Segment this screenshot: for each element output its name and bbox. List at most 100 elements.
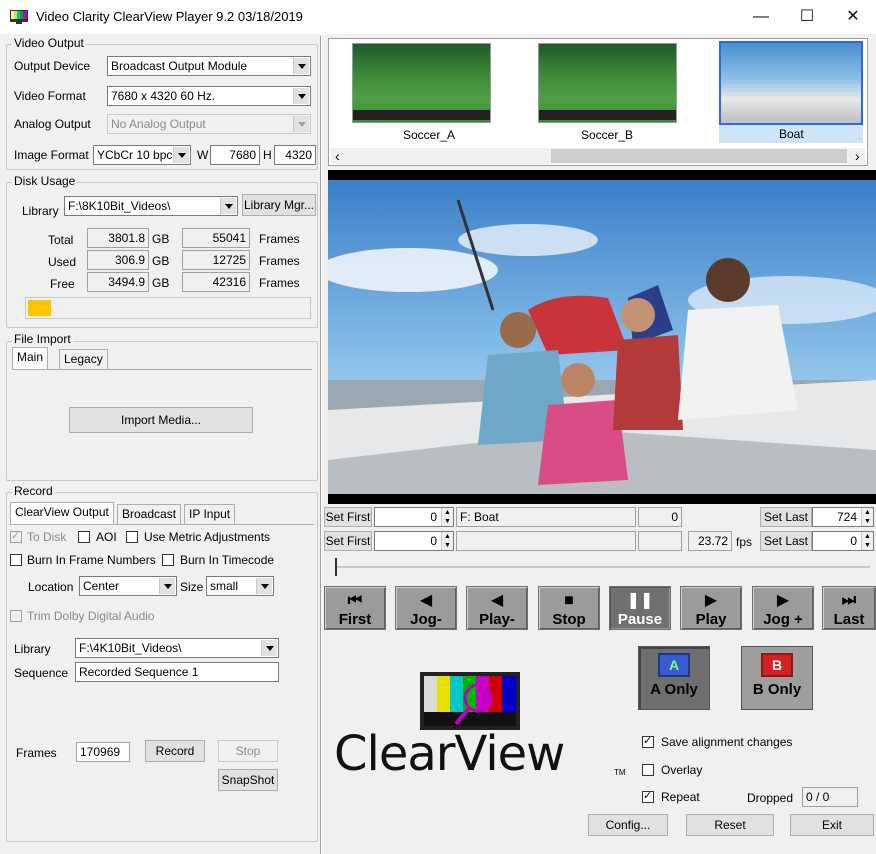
disk-free-label: Free [50, 277, 75, 291]
last-a-stepper[interactable]: 724 ▲ ▼ [812, 507, 874, 527]
library-select[interactable]: F:\8K10Bit_Videos\ [64, 196, 238, 216]
stop-button[interactable]: ■ Stop [538, 586, 600, 630]
position-slider-thumb[interactable] [335, 558, 343, 576]
thumbnail-boat[interactable] [719, 41, 863, 125]
tab-main[interactable]: Main [12, 347, 49, 369]
title-bar: Video Clarity ClearView Player 9.2 03/18… [0, 0, 876, 34]
disk-used-label: Used [48, 255, 77, 269]
record-library-select[interactable]: F:\4K10Bit_Videos\ [75, 638, 279, 658]
tab-legacy[interactable]: Legacy [59, 349, 108, 369]
b-layer-icon: B [761, 653, 793, 677]
jog-forward-button[interactable]: ▶ Jog + [752, 586, 814, 630]
disk-total-label: Total [48, 233, 74, 247]
dropped-field: 0 / 0 [802, 787, 858, 807]
minimize-button[interactable]: — [738, 0, 784, 34]
analog-output-select[interactable]: No Analog Output [107, 114, 311, 134]
scroll-left-icon[interactable]: ‹ [335, 148, 340, 164]
location-select[interactable]: Center [79, 576, 177, 596]
snapshot-button[interactable]: SnapShot [218, 769, 278, 791]
clearview-monitor-logo-icon [420, 672, 520, 730]
dropped-label: Dropped [747, 791, 794, 805]
exit-button[interactable]: Exit [790, 814, 874, 836]
chevron-down-icon [293, 116, 309, 132]
location-label: Location [28, 580, 74, 594]
set-first-a-button[interactable]: Set First [324, 507, 372, 527]
overlay-label: Overlay [661, 763, 703, 777]
library-manager-button[interactable]: Library Mgr... [242, 194, 316, 216]
jog-forward-icon: ▶ [776, 592, 790, 609]
frames-unit-label: Frames [259, 254, 300, 268]
first-a-stepper[interactable]: 0 ▲ ▼ [374, 507, 454, 527]
play-button[interactable]: ▶ Play [680, 586, 742, 630]
gb-unit-label: GB [152, 254, 170, 268]
size-select[interactable]: small [206, 576, 274, 596]
b-only-label: B Only [752, 681, 802, 698]
record-label: Record [12, 484, 55, 498]
set-last-a-button[interactable]: Set Last [760, 507, 812, 527]
pause-icon: ❚❚ [626, 592, 654, 609]
tab-ip-input[interactable]: IP Input [184, 504, 236, 524]
record-library-label: Library [14, 642, 51, 656]
stop-icon: ■ [564, 592, 574, 609]
use-metric-checkbox[interactable] [126, 531, 138, 543]
spinner-icon[interactable]: ▲ ▼ [441, 532, 453, 550]
window-title: Video Clarity ClearView Player 9.2 03/18… [36, 9, 303, 24]
thumbnail-soccer-a[interactable] [352, 43, 491, 123]
config-button[interactable]: Config... [588, 814, 668, 836]
output-device-select[interactable]: Broadcast Output Module [107, 56, 311, 76]
disk-free-frames: 42316 [182, 272, 250, 292]
a-only-button[interactable]: A A Only [638, 646, 710, 710]
image-format-select[interactable]: YCbCr 10 bpc [93, 145, 191, 165]
width-field[interactable]: 7680 [210, 145, 260, 165]
to-disk-checkbox[interactable] [10, 529, 22, 543]
tab-clearview-output[interactable]: ClearView Output [10, 502, 114, 524]
disk-total-gb: 3801.8 [87, 228, 149, 248]
video-preview[interactable] [328, 170, 876, 504]
tab-broadcast[interactable]: Broadcast [117, 504, 182, 524]
spinner-icon[interactable]: ▲ ▼ [861, 532, 873, 550]
stop-record-button[interactable]: Stop [218, 740, 278, 762]
sequence-input[interactable]: Recorded Sequence 1 [75, 662, 279, 682]
last-button[interactable]: ⏭ Last [822, 586, 876, 630]
repeat-checkbox[interactable] [642, 789, 654, 803]
close-button[interactable]: ✕ [830, 0, 876, 34]
reset-button[interactable]: Reset [686, 814, 774, 836]
height-field[interactable]: 4320 [274, 145, 316, 165]
thumbnail-scrollbar[interactable]: ‹ › [331, 148, 865, 164]
position-slider-track[interactable] [336, 566, 870, 568]
disk-free-gb: 3494.9 [87, 272, 149, 292]
thumbnail-soccer-b[interactable] [538, 43, 677, 123]
a-only-label: A Only [650, 681, 698, 698]
score-bar [353, 110, 490, 120]
b-only-button[interactable]: B B Only [741, 646, 813, 710]
overlay-checkbox[interactable] [642, 764, 654, 776]
spinner-icon[interactable]: ▲ ▼ [861, 508, 873, 526]
record-button[interactable]: Record [145, 740, 205, 762]
disk-total-frames: 55041 [182, 228, 250, 248]
set-first-b-button[interactable]: Set First [324, 531, 372, 551]
play-reverse-button[interactable]: ◀ Play- [466, 586, 528, 630]
scroll-right-icon[interactable]: › [855, 148, 860, 164]
scrollbar-thumb[interactable] [551, 149, 847, 163]
jog-back-button[interactable]: ◀ Jog- [395, 586, 457, 630]
disk-used-gb: 306.9 [87, 250, 149, 270]
save-alignment-checkbox[interactable] [642, 734, 654, 748]
burn-timecode-checkbox[interactable] [162, 554, 174, 566]
video-format-select[interactable]: 7680 x 4320 60 Hz. [107, 86, 311, 106]
burn-frame-checkbox[interactable] [10, 554, 22, 566]
last-b-stepper[interactable]: 0 ▲ ▼ [812, 531, 874, 551]
set-last-b-button[interactable]: Set Last [760, 531, 812, 551]
import-media-button[interactable]: Import Media... [69, 407, 253, 433]
panel-divider [320, 36, 322, 854]
aoi-label: AOI [96, 530, 117, 544]
first-b-stepper[interactable]: 0 ▲ ▼ [374, 531, 454, 551]
first-button[interactable]: ⏮ First [324, 586, 386, 630]
library-label: Library [22, 204, 59, 218]
frames-field: 170969 [76, 742, 130, 762]
maximize-button[interactable]: ☐ [784, 0, 830, 34]
trim-dolby-checkbox[interactable] [10, 610, 22, 622]
spinner-icon[interactable]: ▲ ▼ [441, 508, 453, 526]
aoi-checkbox[interactable] [78, 531, 90, 543]
file-import-label: File Import [12, 332, 73, 346]
pause-button[interactable]: ❚❚ Pause [609, 586, 671, 630]
